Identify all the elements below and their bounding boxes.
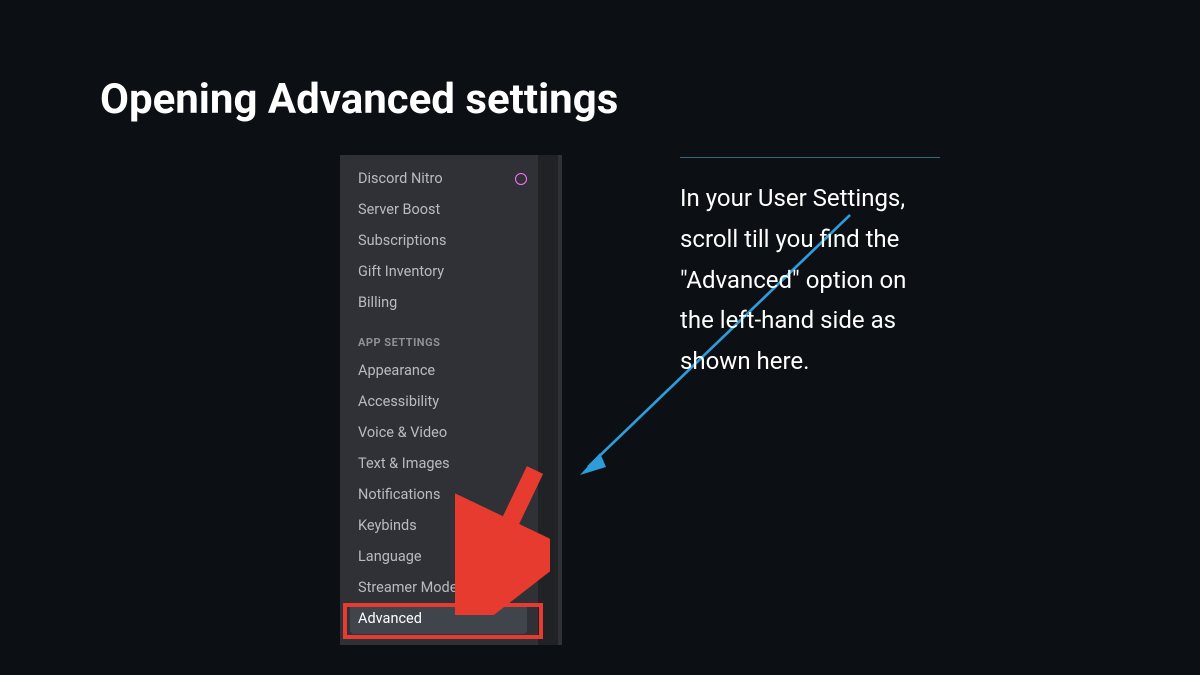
nitro-icon xyxy=(515,173,527,185)
sidebar-item-discord-nitro[interactable]: Discord Nitro xyxy=(340,163,535,194)
sidebar-item-accessibility[interactable]: Accessibility xyxy=(340,386,535,417)
sidebar-item-label: Text & Images xyxy=(358,455,450,472)
sidebar-item-subscriptions[interactable]: Subscriptions xyxy=(340,225,535,256)
sidebar-item-advanced[interactable]: Advanced xyxy=(350,603,527,634)
sidebar-item-label: Keybinds xyxy=(358,517,417,534)
sidebar-item-keybinds[interactable]: Keybinds xyxy=(340,510,535,541)
sidebar-item-label: Accessibility xyxy=(358,393,439,410)
sidebar-item-language[interactable]: Language xyxy=(340,541,535,572)
sidebar-item-label: Discord Nitro xyxy=(358,170,443,187)
instruction-panel: In your User Settings, scroll till you f… xyxy=(680,157,940,382)
sidebar-item-label: Subscriptions xyxy=(358,232,446,249)
sidebar-item-label: Gift Inventory xyxy=(358,263,444,280)
sidebar-item-appearance[interactable]: Appearance xyxy=(340,355,535,386)
sidebar-item-streamer-mode[interactable]: Streamer Mode xyxy=(340,572,535,603)
section-header-app-settings: APP SETTINGS xyxy=(340,318,535,355)
sidebar-item-label: Server Boost xyxy=(358,201,440,218)
sidebar-item-notifications[interactable]: Notifications xyxy=(340,479,535,510)
sidebar-item-server-boost[interactable]: Server Boost xyxy=(340,194,535,225)
sidebar-item-text-images[interactable]: Text & Images xyxy=(340,448,535,479)
sidebar-item-label: Voice & Video xyxy=(358,424,447,441)
sidebar-item-label: Appearance xyxy=(358,362,435,379)
sidebar-item-label: Streamer Mode xyxy=(358,579,457,596)
instruction-text: In your User Settings, scroll till you f… xyxy=(680,178,940,382)
settings-sidebar: Discord Nitro Server Boost Subscriptions… xyxy=(340,155,535,634)
sidebar-item-voice-video[interactable]: Voice & Video xyxy=(340,417,535,448)
sidebar-item-label: Billing xyxy=(358,294,397,311)
sidebar-item-label: Notifications xyxy=(358,486,440,503)
sidebar-item-billing[interactable]: Billing xyxy=(340,287,535,318)
slide-title: Opening Advanced settings xyxy=(100,75,618,124)
sidebar-item-label: Language xyxy=(358,548,422,565)
sidebar-item-gift-inventory[interactable]: Gift Inventory xyxy=(340,256,535,287)
instruction-divider xyxy=(680,157,940,158)
discord-settings-screenshot: Discord Nitro Server Boost Subscriptions… xyxy=(340,155,562,645)
sidebar-item-label: Advanced xyxy=(358,610,422,627)
scrollbar-track[interactable] xyxy=(538,155,558,645)
